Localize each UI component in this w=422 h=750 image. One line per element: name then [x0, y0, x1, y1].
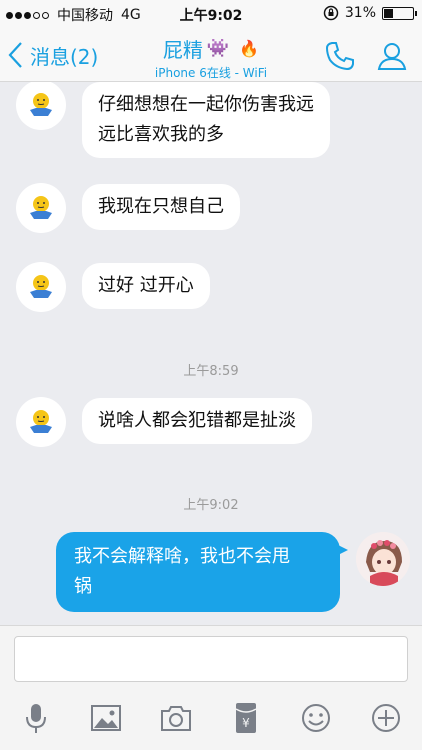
chat-screen: 中国移动 4G 上午9:02 31% 消息(2) 屁精 👾 🔥 iPhone 6… [0, 0, 422, 750]
contact-avatar[interactable] [16, 183, 66, 233]
battery-icon [382, 6, 417, 20]
shrug-emoji-icon [30, 275, 52, 298]
profile-icon[interactable] [376, 40, 408, 72]
red-packet-icon[interactable]: ¥ [228, 700, 264, 736]
contact-name: 屁精 [162, 38, 203, 62]
anime-girl-avatar-icon [356, 532, 410, 586]
svg-text:¥: ¥ [242, 716, 250, 730]
contact-status: iPhone 6在线 - WiFi [154, 66, 268, 80]
message-input[interactable] [14, 636, 408, 682]
battery-percent: 31% [344, 5, 376, 21]
rotation-lock-icon [323, 5, 339, 21]
message-timestamp: 上午9:02 [183, 498, 239, 513]
contact-avatar[interactable] [16, 262, 66, 312]
contact-avatar[interactable] [16, 397, 66, 447]
message-bubble[interactable]: 仔细想想在一起你伤害我远 远比喜欢我的多 [82, 82, 330, 158]
message-bubble[interactable]: 过好 过开心 [82, 263, 210, 309]
flame-icon: 🔥 [239, 39, 260, 58]
chat-header[interactable]: 屁精 👾 🔥 iPhone 6在线 - WiFi [0, 34, 422, 81]
camera-icon[interactable] [158, 700, 194, 736]
message-list[interactable]: 仔细想想在一起你伤害我远 远比喜欢我的多 我现在只想自己 过好 过开心 上午8:… [0, 82, 422, 625]
alien-emoji-icon: 👾 [206, 38, 230, 59]
shrug-emoji-icon [30, 410, 52, 433]
plus-icon[interactable] [368, 700, 404, 736]
message-bubble[interactable]: 我现在只想自己 [82, 184, 240, 230]
contact-avatar[interactable] [16, 82, 66, 130]
input-area: ¥ [0, 625, 422, 750]
message-text-line: 锅 [74, 576, 92, 597]
message-bubble[interactable]: 说啥人都会犯错都是扯淡 [82, 398, 312, 444]
microphone-icon[interactable] [18, 700, 54, 736]
my-avatar[interactable] [356, 532, 410, 586]
shrug-emoji-icon [30, 196, 52, 219]
input-toolbar: ¥ [0, 700, 422, 740]
emoji-icon[interactable] [298, 700, 334, 736]
shrug-emoji-icon [30, 93, 52, 116]
message-text-line: 我不会解释啥，我也不会甩 [74, 546, 290, 567]
image-icon[interactable] [88, 700, 124, 736]
message-text-line: 我现在只想自己 [98, 196, 224, 217]
status-bar: 中国移动 4G 上午9:02 31% [0, 0, 422, 28]
nav-bar: 消息(2) 屁精 👾 🔥 iPhone 6在线 - WiFi [0, 28, 422, 82]
message-text-line: 远比喜欢我的多 [98, 124, 224, 145]
message-text-line: 过好 过开心 [98, 275, 194, 296]
phone-icon[interactable] [324, 40, 356, 72]
message-text-line: 说啥人都会犯错都是扯淡 [98, 410, 296, 431]
message-timestamp: 上午8:59 [183, 364, 239, 379]
message-text-line: 仔细想想在一起你伤害我远 [98, 94, 314, 115]
message-bubble-outgoing[interactable]: 我不会解释啥，我也不会甩 锅 [56, 532, 348, 612]
